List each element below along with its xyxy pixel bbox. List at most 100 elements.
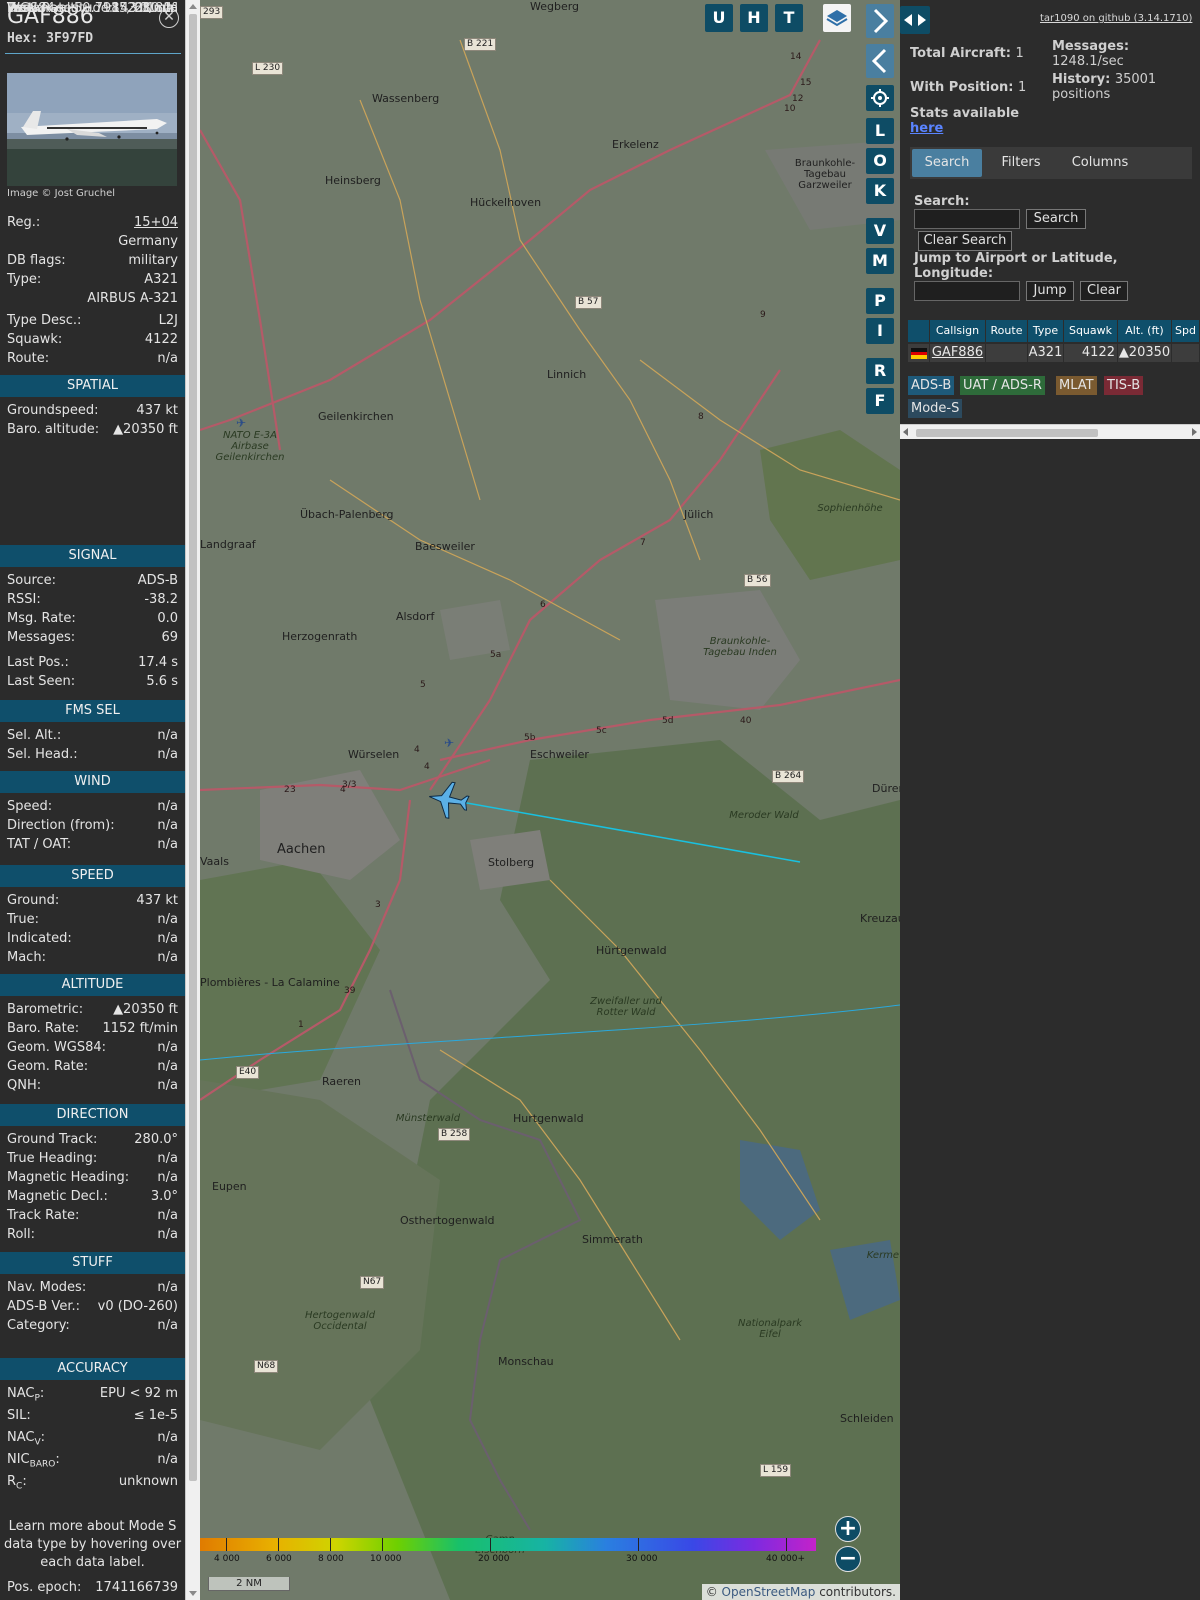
expand-sidebar-button[interactable] — [866, 4, 894, 38]
source-legend-uat-ads-r: UAT / ADS-R — [960, 376, 1045, 395]
map-button-t[interactable]: T — [775, 4, 803, 32]
road-label: N67 — [360, 1276, 385, 1289]
info-row-label: Reg.: — [7, 215, 41, 230]
gear-icon — [871, 89, 889, 107]
road-number-label: 6 — [540, 600, 546, 610]
info-row: Baro. Rate: 1152 ft/min — [7, 1020, 178, 1038]
map-button-i[interactable]: I — [866, 318, 894, 344]
map-place-label: Eschweiler — [530, 748, 589, 761]
info-row-label: RSSI: — [7, 592, 41, 607]
tab-search[interactable]: Search — [912, 149, 982, 177]
info-row: Geom. WGS84: n/a — [7, 1039, 178, 1057]
collapse-sidebar-button[interactable] — [866, 44, 894, 78]
map-button-p[interactable]: P — [866, 288, 894, 314]
road-label: L 159 — [760, 1464, 792, 1477]
info-row: Geom. Rate: n/a — [7, 1058, 178, 1076]
map-place-label: Simmerath — [582, 1233, 643, 1246]
row-speed — [1172, 344, 1200, 362]
info-row: RSSI: -38.2 — [7, 591, 178, 609]
column-squawk[interactable]: Squawk — [1064, 320, 1118, 342]
section-header-altitude: ALTITUDE — [0, 974, 185, 996]
info-row-value: n/a — [157, 799, 178, 814]
info-row: Ground Track: 280.0° — [7, 1131, 178, 1149]
scroll-right-arrow[interactable] — [1192, 428, 1197, 436]
info-row: Baro. altitude: ▲20350 ft — [7, 421, 178, 439]
aircraft-photo[interactable] — [7, 73, 177, 186]
map-button-u[interactable]: U — [705, 4, 733, 32]
map-place-label: Düren — [872, 782, 900, 795]
map-button-o[interactable]: O — [866, 148, 894, 174]
info-row-value[interactable]: 15+04 — [134, 214, 178, 232]
jump-button[interactable]: Jump — [1026, 281, 1074, 301]
map-button-h[interactable]: H — [740, 4, 768, 32]
info-row-value: n/a — [157, 747, 178, 762]
map-place-label: Herzogenrath — [282, 630, 358, 643]
altitude-legend-tick — [278, 1538, 279, 1551]
info-row-label: Sel. Head.: — [7, 747, 78, 762]
info-row-label: Category: — [7, 1318, 70, 1333]
source-legend-ads-b: ADS-B — [908, 376, 955, 395]
map-button-l[interactable]: L — [866, 118, 894, 144]
scroll-thumb[interactable] — [916, 429, 1098, 437]
aircraft-hex: Hex: 3F97FD — [7, 31, 94, 46]
settings-button[interactable] — [866, 85, 894, 111]
tab-columns[interactable]: Columns — [1060, 149, 1140, 177]
column-callsign[interactable]: Callsign — [930, 320, 986, 342]
info-row-value: n/a — [157, 1059, 178, 1074]
info-row: SIL: ≤ 1e-5 — [7, 1407, 178, 1425]
column-route[interactable]: Route — [986, 320, 1028, 342]
stats-link[interactable]: here — [910, 121, 943, 136]
info-row-value: n/a — [157, 1452, 178, 1467]
github-link[interactable]: tar1090 on github (3.14.1710) — [1040, 13, 1192, 24]
altitude-legend-tick — [330, 1538, 331, 1551]
zoom-in-button[interactable]: + — [835, 1516, 861, 1542]
info-row: Route: n/a — [7, 350, 178, 368]
info-row-label: Source: — [7, 573, 57, 588]
section-header-signal: SIGNAL — [0, 545, 185, 567]
source-legend-mlat: MLAT — [1056, 376, 1097, 395]
scroll-up-arrow[interactable] — [189, 4, 197, 9]
zoom-out-button[interactable]: − — [835, 1546, 861, 1572]
info-row: Mach: n/a — [7, 949, 178, 967]
info-row-label: True: — [7, 912, 39, 927]
section-header-direction: DIRECTION — [0, 1104, 185, 1126]
map-view[interactable]: ✈ ✈ Wegberg Wassenberg Erkelenz Heinsberg Hü… — [200, 0, 900, 1600]
info-row-value: n/a — [157, 1280, 178, 1295]
info-row-label: Indicated: — [7, 931, 72, 946]
info-row-value: n/a — [157, 1040, 178, 1055]
map-button-r[interactable]: R — [866, 358, 894, 384]
column-type[interactable]: Type — [1028, 320, 1064, 342]
table-horizontal-scrollbar[interactable] — [900, 424, 1200, 439]
info-row: Track Rate: n/a — [7, 1207, 178, 1225]
map-button-m[interactable]: M — [866, 248, 894, 274]
info-row-value: 437 kt — [136, 893, 178, 908]
toggle-sidebar-button[interactable] — [900, 6, 930, 34]
map-place-label: Linnich — [547, 368, 587, 381]
openstreetmap-link[interactable]: OpenStreetMap — [722, 1585, 816, 1599]
map-place-label: Landgraaf — [200, 538, 256, 551]
map-place-label: Zweifaller und Rotter Wald — [590, 996, 662, 1018]
tab-filters[interactable]: Filters — [988, 149, 1054, 177]
layers-button[interactable] — [823, 4, 851, 32]
info-row: Ground: 437 kt — [7, 892, 178, 910]
search-button[interactable]: Search — [1026, 209, 1086, 229]
map-place-label: Braunkohle-Tagebau Garzweiler — [794, 158, 856, 191]
info-row-label: Geom. Rate: — [7, 1059, 89, 1074]
map-button-f[interactable]: F — [866, 388, 894, 414]
road-number-label: 8 — [698, 412, 704, 422]
row-callsign[interactable]: GAF886 — [930, 344, 986, 362]
jump-input[interactable] — [914, 281, 1020, 301]
info-row-value: n/a — [157, 728, 178, 743]
column-altitude[interactable]: Alt. (ft) — [1118, 320, 1172, 342]
map-button-v[interactable]: V — [866, 218, 894, 244]
scroll-thumb[interactable] — [189, 14, 197, 1481]
map-button-k[interactable]: K — [866, 178, 894, 204]
info-panel-scrollbar[interactable] — [185, 0, 200, 1600]
clear-search-button[interactable]: Clear Search — [918, 231, 1012, 251]
scroll-down-arrow[interactable] — [189, 1591, 197, 1596]
search-input[interactable] — [914, 209, 1020, 229]
column-speed[interactable]: Spd — [1172, 320, 1200, 342]
scroll-left-arrow[interactable] — [903, 428, 908, 436]
info-row: ADS-B Ver.: v0 (DO-260) — [7, 1298, 178, 1316]
clear-button[interactable]: Clear — [1080, 281, 1128, 301]
